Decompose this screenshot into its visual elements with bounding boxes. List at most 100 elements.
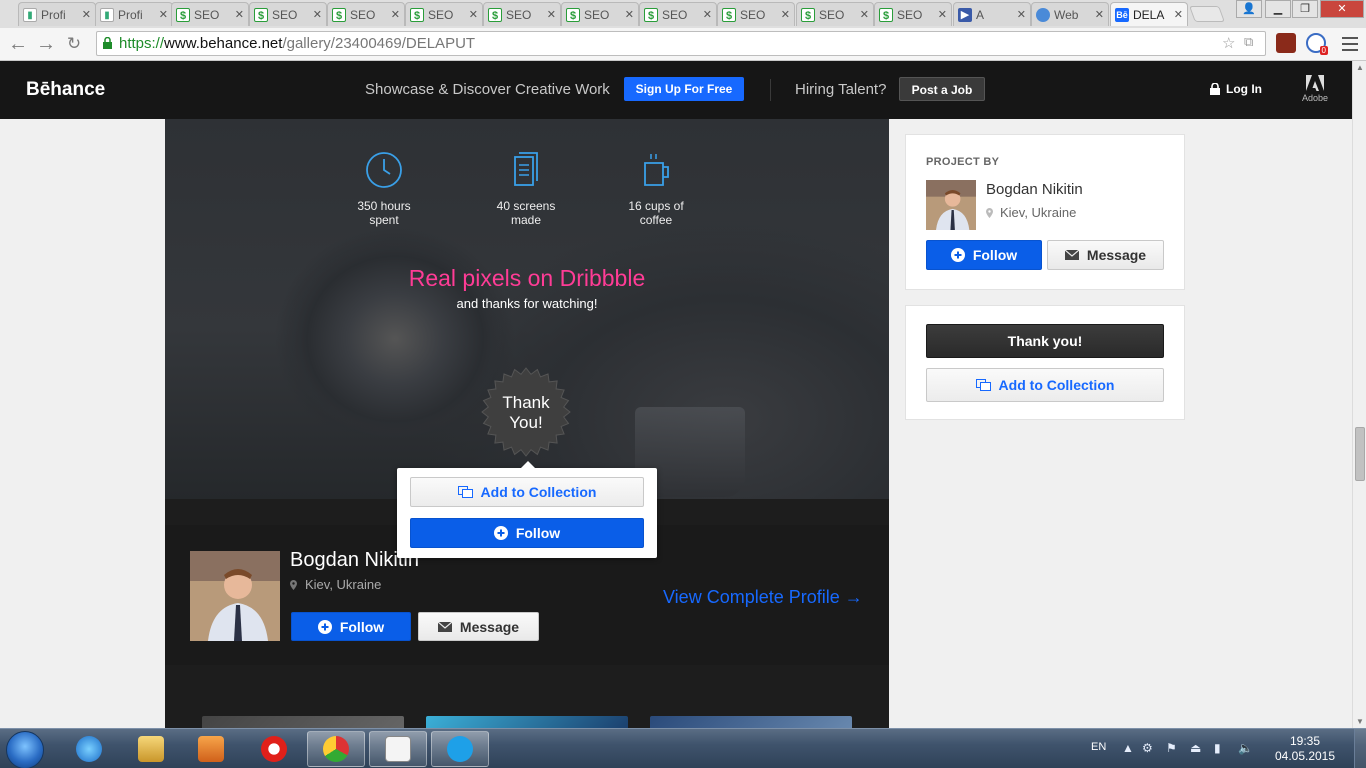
browser-tab[interactable]: $ SEO ✕ (327, 2, 405, 26)
view-complete-profile-link[interactable]: View Complete Profile → (663, 587, 863, 608)
browser-tab[interactable]: $ SEO ✕ (561, 2, 639, 26)
browser-tab[interactable]: $ SEO ✕ (171, 2, 249, 26)
chrome-icon[interactable] (307, 731, 365, 767)
tab-close-icon[interactable]: ✕ (547, 8, 556, 21)
tab-close-icon[interactable]: ✕ (938, 8, 947, 21)
tab-close-icon[interactable]: ✕ (781, 8, 790, 21)
related-project-thumb[interactable] (426, 716, 628, 728)
flag-tray-icon[interactable]: ⚑ (1166, 741, 1177, 755)
chrome-menu-icon[interactable] (1342, 33, 1358, 53)
popover-add-to-collection-button[interactable]: Add to Collection (410, 477, 644, 507)
tab-close-icon[interactable]: ✕ (860, 8, 869, 21)
avatar-photo (926, 180, 976, 230)
show-desktop-button[interactable] (1354, 729, 1366, 768)
skype-icon[interactable] (431, 731, 489, 767)
sidebar-message-button[interactable]: Message (1047, 240, 1164, 270)
tab-close-icon[interactable]: ✕ (313, 8, 322, 21)
popover-add-to-collection-label: Add to Collection (480, 484, 597, 500)
tab-close-icon[interactable]: ✕ (159, 8, 168, 21)
sidebar-owner-name[interactable]: Bogdan Nikitin (986, 181, 1083, 198)
browser-tab[interactable]: ▮ Profi ✕ (18, 2, 96, 26)
address-bar[interactable]: https://www.behance.net/gallery/23400469… (96, 31, 1266, 56)
browser-tab[interactable]: ▮ Profi ✕ (95, 2, 173, 26)
browser-tab[interactable]: $ SEO ✕ (249, 2, 327, 26)
reload-button[interactable]: ↻ (62, 32, 86, 56)
owner-message-button[interactable]: Message (418, 612, 539, 641)
browser-tab[interactable]: $ SEO ✕ (639, 2, 717, 26)
usb-tray-icon[interactable]: ⏏ (1190, 741, 1201, 755)
thank-you-button[interactable]: Thank you! (926, 324, 1164, 358)
notepad-icon[interactable] (369, 731, 427, 767)
browser-tab[interactable]: Web ✕ (1031, 2, 1109, 26)
media-player-icon[interactable] (182, 731, 240, 767)
owner-avatar[interactable] (190, 551, 280, 641)
browser-tab-label: SEO (740, 7, 766, 22)
back-button[interactable]: ← (6, 32, 30, 56)
page-scrollbar[interactable]: ▲ ▼ (1352, 61, 1366, 728)
start-button[interactable] (6, 731, 44, 768)
stat-screens-line1: 40 screens (496, 199, 556, 213)
sidebar-add-to-collection-button[interactable]: Add to Collection (926, 368, 1164, 402)
maximize-button[interactable]: ❐ (1292, 0, 1318, 18)
seo-favicon-icon: $ (410, 7, 424, 22)
post-job-button[interactable]: Post a Job (899, 77, 985, 101)
user-icon[interactable]: 👤 (1236, 0, 1262, 18)
opera-icon[interactable] (245, 731, 303, 767)
browser-tab-label: SEO (897, 7, 923, 22)
sidebar-owner-location-label: Kiev, Ukraine (1000, 205, 1077, 220)
scroll-down-arrow-icon[interactable]: ▼ (1356, 717, 1364, 726)
minimize-button[interactable]: ▁ (1265, 0, 1291, 18)
steam-tray-icon[interactable]: ⚙ (1142, 741, 1153, 755)
extension-icon[interactable] (1276, 33, 1296, 53)
tab-close-icon[interactable]: ✕ (1174, 8, 1183, 21)
bookmark-star-icon[interactable]: ☆ (1222, 34, 1235, 52)
sign-up-button[interactable]: Sign Up For Free (624, 77, 744, 101)
log-in-link[interactable]: Log In (1210, 82, 1262, 96)
language-indicator[interactable]: EN (1091, 741, 1106, 753)
related-project-thumb[interactable] (202, 716, 404, 728)
tab-close-icon[interactable]: ✕ (82, 8, 91, 21)
popover-follow-button[interactable]: Follow (410, 518, 644, 548)
tab-close-icon[interactable]: ✕ (625, 8, 634, 21)
browser-tab-label: SEO (819, 7, 845, 22)
extension-notifications-icon[interactable]: 0 (1306, 33, 1328, 55)
sidebar-follow-button[interactable]: Follow (926, 240, 1042, 270)
browser-tab[interactable]: Bē DELA ✕ (1110, 2, 1188, 26)
scroll-up-arrow-icon[interactable]: ▲ (1356, 63, 1364, 72)
volume-icon[interactable]: 🔈 (1238, 741, 1253, 755)
close-window-button[interactable]: ✕ (1320, 0, 1364, 18)
tab-close-icon[interactable]: ✕ (235, 8, 244, 21)
new-tab-button[interactable] (1189, 6, 1225, 22)
internet-explorer-icon[interactable] (60, 731, 118, 767)
system-clock[interactable]: 19:35 04.05.2015 (1260, 734, 1350, 764)
network-signal-icon[interactable]: ▮ (1214, 741, 1221, 755)
file-explorer-icon[interactable] (122, 731, 180, 767)
owner-follow-button[interactable]: Follow (291, 612, 411, 641)
scrollbar-thumb[interactable] (1355, 427, 1365, 481)
related-project-thumb[interactable] (650, 716, 852, 728)
sidebar-owner-avatar[interactable] (926, 180, 976, 230)
browser-tab-label: SEO (662, 7, 688, 22)
forward-button[interactable]: → (34, 32, 58, 56)
tab-close-icon[interactable]: ✕ (1095, 8, 1104, 21)
browser-tab[interactable]: $ SEO ✕ (405, 2, 483, 26)
browser-tab[interactable]: $ SEO ✕ (717, 2, 795, 26)
browser-tab[interactable]: $ SEO ✕ (874, 2, 952, 26)
adobe-link[interactable]: Adobe (1300, 75, 1330, 103)
clock-date: 04.05.2015 (1274, 749, 1336, 763)
tab-close-icon[interactable]: ✕ (391, 8, 400, 21)
browser-tab[interactable]: ▶ A ✕ (953, 2, 1031, 26)
browser-tab[interactable]: $ SEO ✕ (796, 2, 874, 26)
show-hidden-icons-arrow-icon[interactable]: ▲ (1122, 741, 1134, 755)
log-in-label: Log In (1226, 82, 1262, 96)
translate-icon[interactable]: ⧉ (1244, 34, 1253, 50)
seo-favicon-icon: $ (176, 7, 190, 22)
chart-favicon-icon: ▮ (23, 7, 37, 22)
tab-close-icon[interactable]: ✕ (1017, 8, 1026, 21)
lock-icon (103, 37, 112, 49)
browser-tab[interactable]: $ SEO ✕ (483, 2, 561, 26)
tab-close-icon[interactable]: ✕ (703, 8, 712, 21)
tab-close-icon[interactable]: ✕ (469, 8, 478, 21)
behance-logo[interactable]: Bēhance (26, 79, 105, 101)
sidebar-owner-location: Kiev, Ukraine (986, 205, 1076, 220)
